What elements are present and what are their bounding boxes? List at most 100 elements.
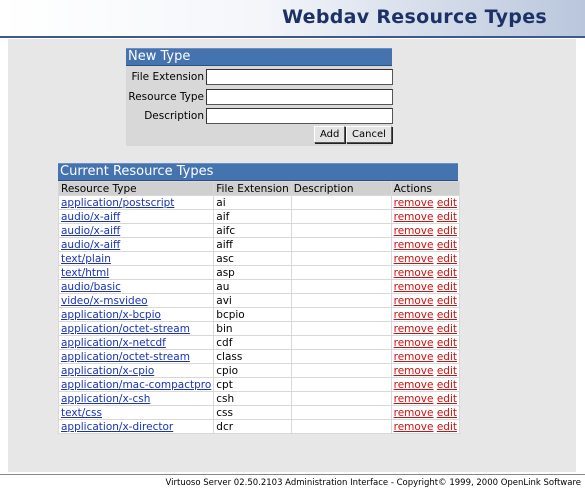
remove-link[interactable]: remove: [394, 351, 434, 363]
resource-type-link[interactable]: text/html: [61, 267, 109, 279]
actions-cell: remove edit: [391, 322, 459, 335]
file-extension-cell: avi: [214, 294, 291, 307]
footer-copyright: Virtuoso Server 02.50.2103 Administratio…: [165, 478, 582, 488]
table-row: application/x-director dcr remove edit: [59, 420, 459, 433]
table-row: audio/x-aiff aifc remove edit: [59, 224, 459, 237]
remove-link[interactable]: remove: [394, 365, 434, 377]
actions-cell: remove edit: [391, 210, 459, 223]
edit-link[interactable]: edit: [437, 379, 457, 391]
resource-type-link[interactable]: application/x-netcdf: [61, 337, 166, 349]
resource-type-link[interactable]: audio/basic: [61, 281, 121, 293]
actions-cell: remove edit: [391, 224, 459, 237]
resource-type-link[interactable]: application/x-csh: [61, 393, 150, 405]
col-description: Description: [291, 182, 391, 195]
edit-link[interactable]: edit: [437, 407, 457, 419]
edit-link[interactable]: edit: [437, 421, 457, 433]
description-cell: [291, 378, 391, 391]
resource-type-link[interactable]: text/css: [61, 407, 102, 419]
file-extension-cell: aifc: [214, 224, 291, 237]
actions-cell: remove edit: [391, 280, 459, 293]
resource-type-link[interactable]: audio/x-aiff: [61, 239, 120, 251]
resource-type-cell: text/plain: [59, 252, 214, 265]
actions-cell: remove edit: [391, 406, 459, 419]
resource-type-cell: audio/x-aiff: [59, 210, 214, 223]
remove-link[interactable]: remove: [394, 337, 434, 349]
description-cell: [291, 266, 391, 279]
resource-type-link[interactable]: application/postscript: [61, 197, 174, 209]
description-cell: [291, 392, 391, 405]
file-extension-cell: dcr: [214, 420, 291, 433]
resource-type-link[interactable]: audio/x-aiff: [61, 211, 120, 223]
table-row: application/x-netcdf cdf remove edit: [59, 336, 459, 349]
file-extension-cell: au: [214, 280, 291, 293]
resource-type-link[interactable]: text/plain: [61, 253, 111, 265]
file-extension-input[interactable]: [206, 69, 393, 85]
remove-link[interactable]: remove: [394, 323, 434, 335]
description-cell: [291, 322, 391, 335]
description-cell: [291, 336, 391, 349]
resource-type-cell: audio/x-aiff: [59, 238, 214, 251]
resource-type-input[interactable]: [206, 89, 393, 105]
edit-link[interactable]: edit: [437, 197, 457, 209]
resource-type-cell: application/x-cpio: [59, 364, 214, 377]
actions-cell: remove edit: [391, 378, 459, 391]
header-bar: Webdav Resource Types: [0, 0, 585, 38]
remove-link[interactable]: remove: [394, 309, 434, 321]
edit-link[interactable]: edit: [437, 281, 457, 293]
table-row: video/x-msvideo avi remove edit: [59, 294, 459, 307]
file-extension-cell: asc: [214, 252, 291, 265]
resource-type-link[interactable]: video/x-msvideo: [61, 295, 148, 307]
remove-link[interactable]: remove: [394, 211, 434, 223]
resource-type-cell: text/css: [59, 406, 214, 419]
remove-link[interactable]: remove: [394, 421, 434, 433]
edit-link[interactable]: edit: [437, 351, 457, 363]
resource-type-link[interactable]: application/octet-stream: [61, 351, 190, 363]
edit-link[interactable]: edit: [437, 239, 457, 251]
file-extension-cell: css: [214, 406, 291, 419]
description-cell: [291, 224, 391, 237]
remove-link[interactable]: remove: [394, 295, 434, 307]
table-row: text/plain asc remove edit: [59, 252, 459, 265]
edit-link[interactable]: edit: [437, 337, 457, 349]
add-button[interactable]: Add: [314, 126, 346, 143]
remove-link[interactable]: remove: [394, 281, 434, 293]
remove-link[interactable]: remove: [394, 225, 434, 237]
resource-type-cell: application/octet-stream: [59, 322, 214, 335]
remove-link[interactable]: remove: [394, 253, 434, 265]
current-types-heading: Current Resource Types: [58, 163, 458, 181]
resource-type-link[interactable]: application/x-director: [61, 421, 173, 433]
resource-type-link[interactable]: application/mac-compactpro: [61, 379, 211, 391]
edit-link[interactable]: edit: [437, 295, 457, 307]
edit-link[interactable]: edit: [437, 211, 457, 223]
table-row: audio/basic au remove edit: [59, 280, 459, 293]
remove-link[interactable]: remove: [394, 379, 434, 391]
cancel-button[interactable]: Cancel: [346, 126, 392, 143]
resource-type-link[interactable]: audio/x-aiff: [61, 225, 120, 237]
description-cell: [291, 210, 391, 223]
edit-link[interactable]: edit: [437, 225, 457, 237]
actions-cell: remove edit: [391, 196, 459, 209]
resource-type-link[interactable]: application/octet-stream: [61, 323, 190, 335]
remove-link[interactable]: remove: [394, 393, 434, 405]
remove-link[interactable]: remove: [394, 407, 434, 419]
remove-link[interactable]: remove: [394, 197, 434, 209]
edit-link[interactable]: edit: [437, 309, 457, 321]
edit-link[interactable]: edit: [437, 365, 457, 377]
actions-cell: remove edit: [391, 336, 459, 349]
resource-types-table: Resource Type File Extension Description…: [58, 181, 460, 434]
footer: Virtuoso Server 02.50.2103 Administratio…: [0, 474, 585, 503]
edit-link[interactable]: edit: [437, 393, 457, 405]
current-types-section: Current Resource Types Resource Type Fil…: [58, 163, 460, 434]
resource-type-link[interactable]: application/x-bcpio: [61, 309, 161, 321]
remove-link[interactable]: remove: [394, 239, 434, 251]
edit-link[interactable]: edit: [437, 253, 457, 265]
table-row: application/x-csh csh remove edit: [59, 392, 459, 405]
resource-type-link[interactable]: application/x-cpio: [61, 365, 154, 377]
remove-link[interactable]: remove: [394, 267, 434, 279]
description-row: Description: [126, 108, 393, 126]
table-row: text/css css remove edit: [59, 406, 459, 419]
edit-link[interactable]: edit: [437, 323, 457, 335]
description-input[interactable]: [206, 108, 393, 124]
edit-link[interactable]: edit: [437, 267, 457, 279]
description-cell: [291, 350, 391, 363]
